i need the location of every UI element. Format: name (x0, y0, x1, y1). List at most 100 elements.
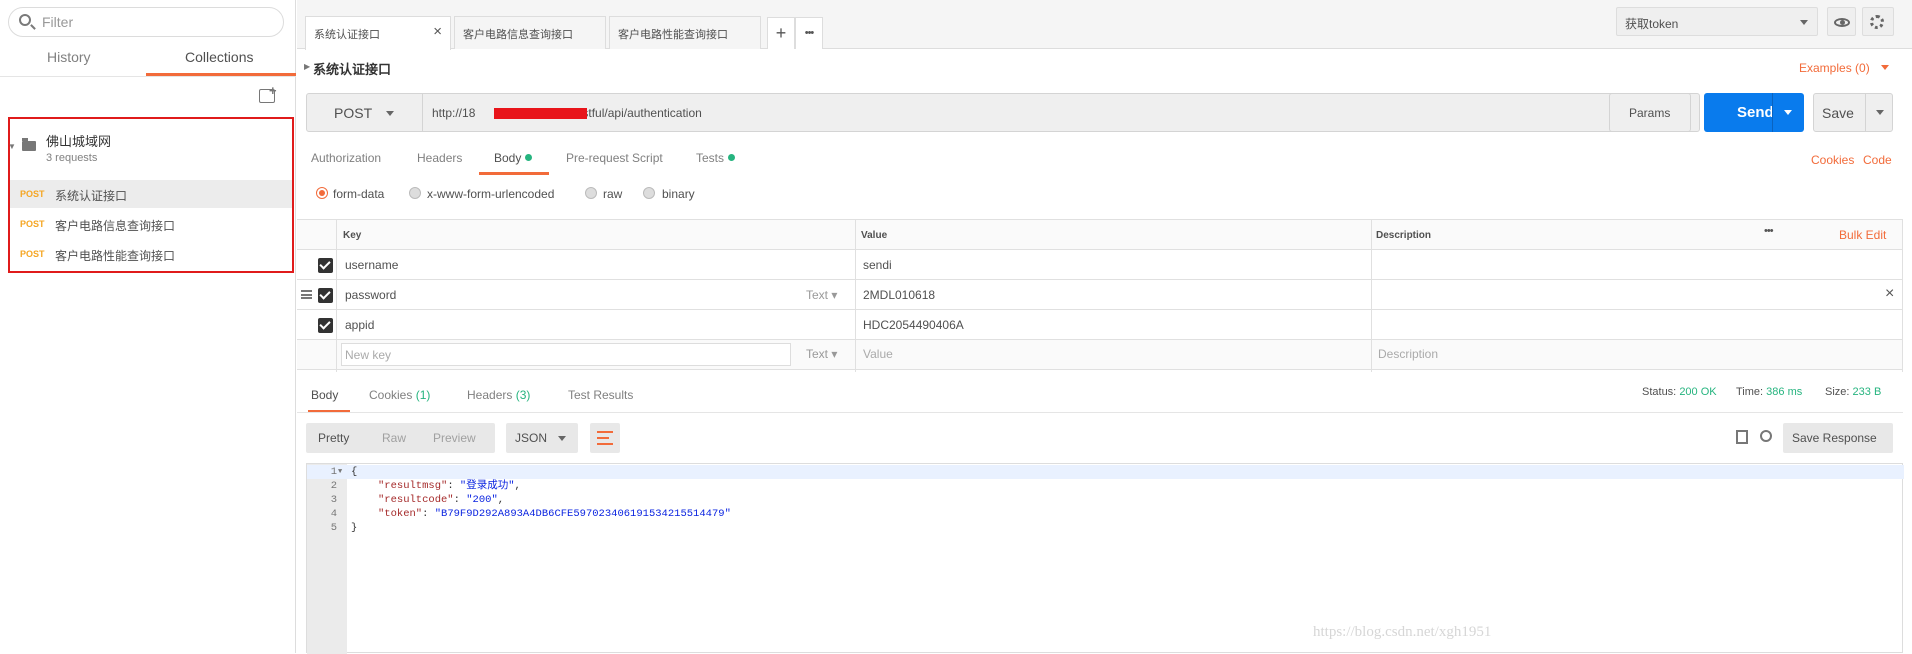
drag-handle-icon[interactable] (301, 290, 312, 299)
environment-quick-look-button[interactable] (1827, 7, 1856, 36)
tab-authorization[interactable]: Authorization (311, 151, 381, 165)
raw-radio[interactable] (585, 187, 597, 199)
delete-row-icon[interactable]: × (1885, 285, 1894, 303)
method-badge: POST (20, 189, 45, 199)
request-tab[interactable]: 客户电路性能查询接口 (609, 16, 761, 49)
save-button[interactable]: Save (1813, 93, 1893, 132)
binary-radio[interactable] (643, 187, 655, 199)
key-cell[interactable]: password (345, 288, 396, 302)
request-name: 客户电路信息查询接口 (55, 219, 176, 233)
json-key: "token" (378, 508, 423, 520)
collapse-caret-icon[interactable]: ▼ (8, 142, 16, 151)
table-row[interactable]: username sendi (297, 250, 1903, 280)
json-value: "登录成功" (459, 480, 515, 492)
collection-name[interactable]: 佛山城域网 (46, 131, 111, 150)
wrap-lines-button[interactable] (590, 423, 620, 453)
form-data-radio[interactable] (316, 187, 328, 199)
line-number: 5 (330, 522, 337, 534)
column-header-key: Key (343, 230, 362, 241)
active-tab-indicator (479, 172, 549, 175)
value-cell[interactable]: sendi (863, 258, 892, 272)
preview-button[interactable]: Preview (433, 431, 476, 445)
response-tab-body[interactable]: Body (311, 388, 338, 402)
method-select[interactable]: POST (307, 94, 423, 131)
raw-button[interactable]: Raw (382, 431, 406, 445)
table-header-row: Key Value Description ••• Bulk Edit (297, 220, 1903, 250)
request-title[interactable]: 系统认证接口 (313, 59, 391, 78)
copy-icon[interactable] (1736, 430, 1748, 444)
table-row[interactable]: appid HDC2054490406A (297, 310, 1903, 340)
tab-collections[interactable]: Collections (185, 49, 253, 65)
params-button[interactable]: Params (1609, 93, 1691, 132)
save-label: Save (1822, 105, 1854, 121)
table-row[interactable]: password Text ▾ 2MDL010618 × (297, 280, 1903, 310)
code-link[interactable]: Code (1863, 153, 1892, 167)
count-badge: (3) (515, 388, 531, 402)
chevron-down-icon[interactable] (1876, 110, 1884, 115)
search-input[interactable]: Filter (8, 7, 284, 37)
table-options-button[interactable]: ••• (1764, 225, 1774, 237)
redaction-mark (494, 108, 587, 119)
save-response-button[interactable]: Save Response (1783, 423, 1893, 453)
row-checkbox[interactable] (318, 288, 333, 303)
json-key: "resultcode" (378, 494, 454, 506)
response-tab-cookies[interactable]: Cookies (1) (369, 388, 430, 402)
sidebar-request-item[interactable]: POST 客户电路信息查询接口 (10, 210, 292, 238)
fold-icon[interactable]: ▼ (338, 465, 342, 479)
tab-body[interactable]: Body (494, 151, 533, 165)
tab-tests[interactable]: Tests (696, 151, 736, 165)
tab-pre-request-script[interactable]: Pre-request Script (566, 151, 663, 165)
code-line: 2 "resultmsg": "登录成功", (307, 479, 1904, 493)
format-label: JSON (515, 431, 548, 445)
row-checkbox[interactable] (318, 318, 333, 333)
tab-history[interactable]: History (47, 49, 91, 65)
format-select[interactable]: JSON (506, 423, 578, 453)
close-icon[interactable]: × (433, 23, 442, 40)
params-label: Params (1629, 106, 1671, 120)
pretty-button[interactable]: Pretty (318, 431, 349, 445)
column-header-description: Description (1376, 230, 1432, 241)
settings-button[interactable] (1862, 7, 1894, 36)
divider (1772, 93, 1773, 132)
raw-label: raw (603, 187, 623, 201)
new-key-input[interactable]: New key (341, 343, 791, 366)
response-body-editor[interactable]: 1 ▼ { 2 "resultmsg": "登录成功", 3 "resultco… (306, 463, 1904, 654)
chevron-down-icon (386, 111, 394, 116)
type-label: Text (806, 288, 829, 302)
value-cell[interactable]: 2MDL010618 (863, 288, 935, 302)
key-cell[interactable]: username (345, 258, 398, 272)
collapse-caret-icon[interactable]: ▶ (304, 62, 310, 71)
urlencoded-radio[interactable] (409, 187, 421, 199)
new-tab-button[interactable]: + (767, 17, 795, 49)
examples-dropdown[interactable]: Examples (0) (1799, 61, 1890, 75)
cookies-link[interactable]: Cookies (1811, 153, 1854, 167)
code-line: 4 "token": "B79F9D292A893A4DB6CFE5970234… (307, 507, 1904, 521)
key-cell[interactable]: appid (345, 318, 374, 332)
response-tab-cookies-label: Cookies (369, 388, 413, 402)
bulk-edit-link[interactable]: Bulk Edit (1839, 228, 1886, 242)
sidebar-request-item[interactable]: POST 客户电路性能查询接口 (10, 240, 292, 268)
type-select[interactable]: Text ▾ (806, 288, 837, 302)
response-tab-test-results[interactable]: Test Results (568, 388, 633, 402)
new-description-input[interactable]: Description (1378, 347, 1438, 361)
examples-label: Examples (0) (1799, 61, 1870, 75)
tab-headers[interactable]: Headers (417, 151, 462, 165)
request-tab[interactable]: 系统认证接口 × (305, 16, 451, 50)
more-tabs-button[interactable]: ••• (795, 17, 823, 49)
response-tab-headers[interactable]: Headers (3) (467, 388, 530, 402)
chevron-down-icon[interactable] (1784, 110, 1792, 115)
divider (855, 220, 856, 372)
request-tab[interactable]: 客户电路信息查询接口 (454, 16, 606, 49)
url-path: /restful/api/authentication (568, 106, 702, 120)
new-value-input[interactable]: Value (863, 347, 893, 361)
method-badge: POST (20, 249, 45, 259)
send-button[interactable]: Send (1704, 93, 1804, 132)
request-tab-label: 客户电路信息查询接口 (463, 29, 573, 41)
value-cell[interactable]: HDC2054490406A (863, 318, 964, 332)
environment-select[interactable]: 获取token (1616, 7, 1818, 36)
type-select[interactable]: Text ▾ (806, 347, 837, 361)
new-collection-icon[interactable] (259, 83, 277, 103)
search-icon[interactable] (1760, 430, 1772, 442)
sidebar-request-item[interactable]: POST 系统认证接口 (10, 180, 292, 208)
row-checkbox[interactable] (318, 258, 333, 273)
